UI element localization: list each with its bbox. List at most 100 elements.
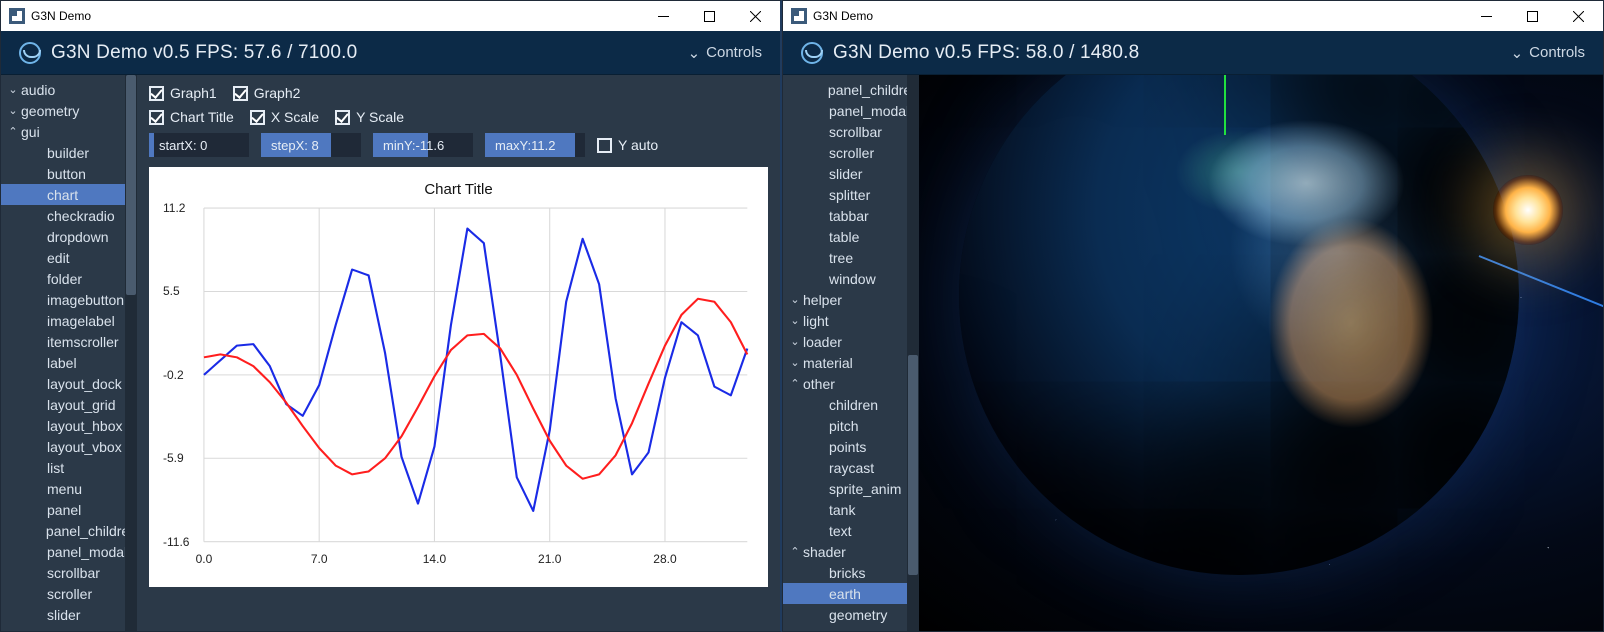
tree-item-slider[interactable]: slider: [1, 604, 137, 625]
tree-item-sprite_anim[interactable]: sprite_anim: [783, 478, 919, 499]
tree-item-gui[interactable]: ⌃gui: [1, 121, 137, 142]
tree-item-label: raycast: [803, 460, 874, 476]
tree-item-menu[interactable]: menu: [1, 478, 137, 499]
tree-item-label: scrollbar: [21, 565, 100, 581]
tree-item-layout_dock[interactable]: layout_dock: [1, 373, 137, 394]
number-slider-0[interactable]: startX: 0: [149, 133, 249, 157]
tree-item-itemscroller[interactable]: itemscroller: [1, 331, 137, 352]
tree-item-edit[interactable]: edit: [1, 247, 137, 268]
tree-item-tank[interactable]: tank: [783, 499, 919, 520]
close-button[interactable]: [732, 1, 778, 31]
chevron-up-icon: ⌃: [789, 377, 801, 390]
y-tick: -5.9: [163, 451, 184, 465]
tree-item-table[interactable]: table: [783, 226, 919, 247]
checkbox-graph1[interactable]: Graph1: [149, 85, 217, 101]
tree-item-scroller[interactable]: scroller: [783, 142, 919, 163]
tree-item-panel[interactable]: panel: [1, 499, 137, 520]
tree-item-tabbar[interactable]: tabbar: [783, 205, 919, 226]
minimize-button[interactable]: [1463, 1, 1509, 31]
y-tick: -11.6: [163, 535, 189, 549]
y-tick: 5.5: [163, 284, 180, 298]
tree-item-chart[interactable]: chart: [1, 184, 137, 205]
tree-item-panel_children[interactable]: panel_children: [1, 520, 137, 541]
tree-item-imagelabel[interactable]: imagelabel: [1, 310, 137, 331]
close-button[interactable]: [1555, 1, 1601, 31]
number-slider-1[interactable]: stepX: 8: [261, 133, 361, 157]
scrollbar-thumb[interactable]: [126, 75, 136, 295]
tree-item-label: button: [21, 166, 86, 182]
tree-item-raycast[interactable]: raycast: [783, 457, 919, 478]
titlebar-right[interactable]: G3N Demo: [783, 1, 1603, 31]
controls-dropdown[interactable]: ⌄ Controls: [1511, 44, 1585, 62]
tree-item-layout_hbox[interactable]: layout_hbox: [1, 415, 137, 436]
tree-item-label: window: [803, 271, 876, 287]
maximize-button[interactable]: [1509, 1, 1555, 31]
number-slider-2[interactable]: minY:-11.6: [373, 133, 473, 157]
y-tick: -0.2: [163, 368, 184, 382]
checkbox-y-scale[interactable]: Y Scale: [335, 109, 404, 125]
tree-item-window[interactable]: window: [783, 268, 919, 289]
scrollbar-thumb[interactable]: [908, 355, 918, 575]
g3n-logo-icon: [19, 42, 41, 64]
tree-item-label[interactable]: label: [1, 352, 137, 373]
tree-item-pitch[interactable]: pitch: [783, 415, 919, 436]
tree-item-text[interactable]: text: [783, 520, 919, 541]
tree-item-panel_modal[interactable]: panel_modal: [783, 100, 919, 121]
tree-item-scrollbar[interactable]: scrollbar: [1, 562, 137, 583]
minimize-button[interactable]: [640, 1, 686, 31]
tree-item-folder[interactable]: folder: [1, 268, 137, 289]
window-right: G3N Demo G3N Demo v0.5 FPS: 58.0 / 1480.…: [782, 0, 1604, 632]
chevron-down-icon: ⌄: [789, 293, 801, 306]
tree-item-label: panel_children: [20, 523, 137, 539]
chevron-up-icon: ⌃: [7, 125, 19, 138]
tree-item-layout_grid[interactable]: layout_grid: [1, 394, 137, 415]
tree-item-label: audio: [21, 82, 55, 98]
number-slider-3[interactable]: maxY:11.2: [485, 133, 585, 157]
tree-item-helper[interactable]: ⌄helper: [783, 289, 919, 310]
checkbox-graph2[interactable]: Graph2: [233, 85, 301, 101]
tree-item-geometry[interactable]: geometry: [783, 604, 919, 625]
y-tick: 11.2: [163, 201, 185, 215]
tree-item-slider[interactable]: slider: [783, 163, 919, 184]
tree-item-layout_vbox[interactable]: layout_vbox: [1, 436, 137, 457]
tree-item-splitter[interactable]: splitter: [783, 184, 919, 205]
scrollbar-track[interactable]: [125, 75, 137, 631]
titlebar-left[interactable]: G3N Demo: [1, 1, 780, 31]
tree-item-imagebutton[interactable]: imagebutton: [1, 289, 137, 310]
tree-item-scroller[interactable]: scroller: [1, 583, 137, 604]
tree-item-panel_modal[interactable]: panel_modal: [1, 541, 137, 562]
tree-item-builder[interactable]: builder: [1, 142, 137, 163]
scrollbar-track[interactable]: [907, 75, 919, 631]
tree-item-shader[interactable]: ⌃shader: [783, 541, 919, 562]
checkbox-y-auto[interactable]: Y auto: [597, 137, 658, 153]
tree-item-list[interactable]: list: [1, 457, 137, 478]
tree-item-bricks[interactable]: bricks: [783, 562, 919, 583]
checkbox-chart-title[interactable]: Chart Title: [149, 109, 234, 125]
tree-item-label: imagelabel: [21, 313, 115, 329]
tree-item-tree[interactable]: tree: [783, 247, 919, 268]
sidebar-left: ⌄audio⌄geometry⌃guibuilder button chartche…: [1, 75, 137, 631]
tree-item-checkradio[interactable]: checkradio: [1, 205, 137, 226]
tree-item-points[interactable]: points: [783, 436, 919, 457]
tree-item-button[interactable]: button: [1, 163, 137, 184]
tree-item-other[interactable]: ⌃other: [783, 373, 919, 394]
tree-item-geometry[interactable]: ⌄geometry: [1, 100, 137, 121]
tree-item-dropdown[interactable]: dropdown: [1, 226, 137, 247]
tree-item-label: itemscroller: [21, 334, 119, 350]
tree-item-scrollbar[interactable]: scrollbar: [783, 121, 919, 142]
tree-item-material[interactable]: ⌄material: [783, 352, 919, 373]
sun-light: [1493, 175, 1563, 245]
tree-item-light[interactable]: ⌄light: [783, 310, 919, 331]
tree-item-panel_children[interactable]: panel_children: [783, 79, 919, 100]
viewport-3d[interactable]: [919, 75, 1603, 631]
tree-item-loader[interactable]: ⌄loader: [783, 331, 919, 352]
tree-item-label: light: [803, 313, 829, 329]
tree-item-children[interactable]: children: [783, 394, 919, 415]
tree-item-audio[interactable]: ⌄audio: [1, 79, 137, 100]
g3n-logo-icon: [801, 42, 823, 64]
checkbox-x-scale[interactable]: X Scale: [250, 109, 319, 125]
tree-item-label: imagebutton: [21, 292, 124, 308]
maximize-button[interactable]: [686, 1, 732, 31]
tree-item-earth[interactable]: earth: [783, 583, 919, 604]
controls-dropdown[interactable]: ⌄ Controls: [688, 44, 762, 62]
